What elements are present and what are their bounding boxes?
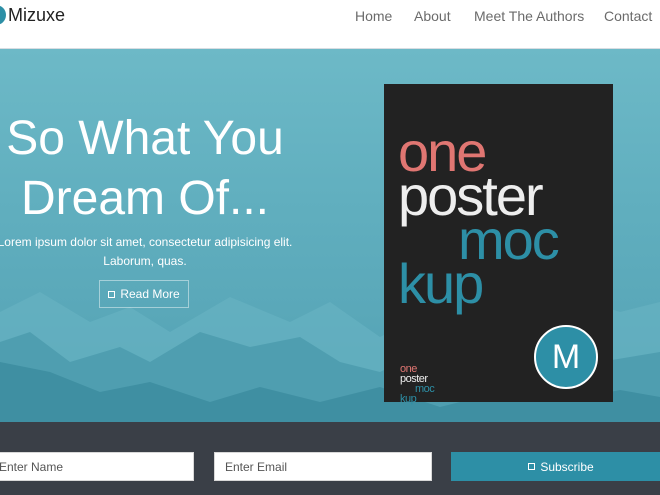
square-icon [108,290,116,298]
poster-logo-letter: M [551,337,581,376]
hero-text-line-1: Lorem ipsum dolor sit amet, consectetur … [0,235,293,249]
brand-logo-icon[interactable] [0,5,6,25]
name-input[interactable] [0,452,194,481]
square-icon [528,463,536,470]
navbar: Mizuxe Home About Meet The Authors Conta… [0,0,660,49]
poster-mini-kup: kup [400,393,417,405]
read-more-label: Read More [120,287,180,301]
nav-link-meet-the-authors[interactable]: Meet The Authors [474,8,584,24]
hero-title-line-2: Dream Of... [20,172,270,225]
read-more-button[interactable]: Read More [99,280,189,308]
poster-mini-moc: moc [415,383,435,395]
poster-logo-icon: M [534,325,598,389]
nav-link-home[interactable]: Home [355,8,392,24]
subscribe-label: Subscribe [540,459,594,474]
hero-text-line-2: Laborum, quas. [103,254,187,268]
email-input[interactable] [214,452,432,481]
nav-link-contact[interactable]: Contact [604,8,652,24]
hero-section: So What You Dream Of... Lorem ipsum dolo… [0,49,660,422]
brand-name[interactable]: Mizuxe [8,5,65,26]
hero-title: So What You Dream Of... [0,109,300,229]
hero-text: Lorem ipsum dolor sit amet, consectetur … [0,233,300,271]
poster-word-kup: kup [398,252,484,315]
nav-link-about[interactable]: About [414,8,451,24]
poster-mockup: one poster moc kup one poster moc kup M [384,84,613,405]
subscribe-button[interactable]: Subscribe [451,452,660,481]
hero-title-line-1: So What You [6,112,284,165]
subscribe-bar: Subscribe [0,422,660,495]
